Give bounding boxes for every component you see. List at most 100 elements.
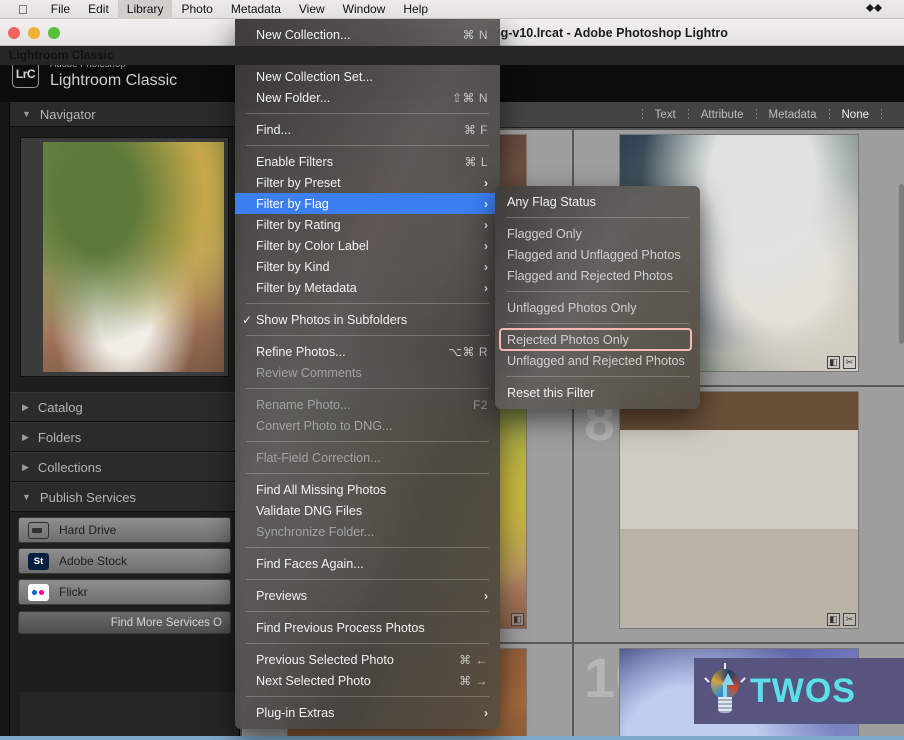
submenu-item-unflagged-photos-only[interactable]: Unflagged Photos Only [495,297,700,318]
menu-item-label: Plug-in Extras [256,705,335,720]
menubar-item-edit[interactable]: Edit [79,0,118,19]
menu-item-review-comments[interactable]: Review Comments [235,362,500,383]
menubar-item-file[interactable]: File [42,0,79,19]
menu-item-filter-by-preset[interactable]: Filter by Preset › [235,172,500,193]
identity-line2: Lightroom Classic [50,71,178,89]
sidebar-section-collections[interactable]: ▶ Collections [10,452,239,482]
left-panel-content: ▼ Navigator ▶ Catalog ▶ Folders ▶ Collections… [10,102,239,740]
apple-icon[interactable]:  [18,3,28,16]
submenu-item-label: Flagged Only [507,226,582,241]
menu-item-new-folder[interactable]: New Folder... ⇧⌘ N [235,87,500,108]
crop-icon[interactable]: ◧ [511,613,524,626]
menu-item-label: Convert Photo to DNG... [256,418,393,433]
menu-item-find-faces-again[interactable]: Find Faces Again... [235,553,500,574]
chevron-right-icon: › [484,217,488,232]
publish-service-flickr[interactable]: Flickr [18,579,231,605]
menu-item-find[interactable]: Find... ⌘ F [235,119,500,140]
menu-item-filter-by-rating[interactable]: Filter by Rating › [235,214,500,235]
photo-art [43,142,224,372]
menu-item-previews[interactable]: Previews › [235,585,500,606]
watermark-text: TWOS [750,671,856,710]
menubar-item-window[interactable]: Window [334,0,395,19]
filter-tab-text[interactable]: Text [643,109,688,121]
menu-item-convert-photo-to-dng[interactable]: Convert Photo to DNG... [235,415,500,436]
bottom-accent-bar [0,736,904,740]
menu-item-flat-field-correction[interactable]: Flat-Field Correction... [235,447,500,468]
sidebar-section-label: Publish Services [39,489,137,505]
menu-item-find-previous-process-photos[interactable]: Find Previous Process Photos [235,617,500,638]
menubar-item-view[interactable]: View [290,0,334,19]
menu-item-next-selected-photo[interactable]: Next Selected Photo ⌘ → [235,670,500,691]
filter-tab-none[interactable]: None [830,109,882,121]
navigator-preview[interactable] [20,137,229,377]
menu-item-previous-selected-photo[interactable]: Previous Selected Photo ⌘ ← [235,649,500,670]
menu-item-filter-by-kind[interactable]: Filter by Kind › [235,256,500,277]
filter-tab-metadata[interactable]: Metadata [757,109,829,121]
crop-icon[interactable]: ◧ [827,356,840,369]
menu-item-validate-dng-files[interactable]: Validate DNG Files [235,500,500,521]
navigator-header[interactable]: ▼ Navigator [10,102,239,127]
menubar-item-metadata[interactable]: Metadata [222,0,290,19]
menu-separator [246,643,489,644]
develop-icon[interactable]: ✂ [843,356,856,369]
grid-scrollbar[interactable] [899,184,904,344]
menu-item-find-all-missing-photos[interactable]: Find All Missing Photos [235,479,500,500]
sidebar-section-publish-services[interactable]: ▼ Publish Services [10,482,239,512]
menu-item-rename-photo[interactable]: Rename Photo... F2 [235,394,500,415]
menu-item-label: New Folder... [256,90,331,105]
submenu-item-unflagged-and-rejected-photos[interactable]: Unflagged and Rejected Photos [495,350,700,371]
menubar-item-library[interactable]: Library [117,0,173,19]
crop-icon[interactable]: ◧ [827,613,840,626]
menu-item-shortcut: ⌘ F [463,122,488,137]
navigator-image [43,142,224,372]
menu-item-synchronize-folder[interactable]: Synchronize Folder... [235,521,500,542]
submenu-item-reset-this-filter[interactable]: Reset this Filter [495,382,700,403]
menu-item-show-photos-in-subfolders[interactable]: ✓ Show Photos in Subfolders [235,309,500,330]
menu-separator [246,388,489,389]
develop-icon[interactable]: ✂ [843,613,856,626]
menu-item-label: Find Faces Again... [256,556,364,571]
triangle-right-icon: ▶ [22,461,29,472]
publish-service-adobe-stock[interactable]: St Adobe Stock [18,548,231,574]
photo-thumbnail[interactable]: ◧ ✂ [619,391,859,629]
menu-item-filter-by-metadata[interactable]: Filter by Metadata › [235,277,500,298]
menu-item-filter-by-flag[interactable]: Filter by Flag › [235,193,500,214]
menu-item-new-collection[interactable]: New Collection... ⌘ N [235,24,500,45]
filter-by-flag-submenu: Any Flag Status Flagged Only Flagged and U… [495,186,700,409]
publish-service-hard-drive[interactable]: Hard Drive [18,517,231,543]
submenu-item-label: Unflagged and Rejected Photos [507,353,685,368]
menu-item-refine-photos[interactable]: Refine Photos... ⌥⌘ R [235,341,500,362]
menu-item-enable-filters[interactable]: Enable Filters ⌘ L [235,151,500,172]
submenu-item-flagged-and-rejected-photos[interactable]: Flagged and Rejected Photos [495,265,700,286]
submenu-item-rejected-photos-only[interactable]: Rejected Photos Only [495,328,700,351]
menu-item-new-collection-set[interactable]: New Collection Set... [235,66,500,87]
sidebar-section-folders[interactable]: ▶ Folders [10,422,239,452]
submenu-item-any-flag-status[interactable]: Any Flag Status [495,191,700,212]
submenu-separator [506,217,689,218]
triangle-down-icon: ▼ [22,492,31,502]
photo-cell[interactable]: 8 ◧ ✂ [574,387,904,642]
menu-item-label: Filter by Color Label [256,238,369,253]
photo-badges: ◧ [511,613,524,626]
menubar-item-photo[interactable]: Photo [172,0,221,19]
filter-tab-attribute[interactable]: Attribute [689,109,756,121]
submenu-item-flagged-and-unflagged-photos[interactable]: Flagged and Unflagged Photos [495,244,700,265]
menu-item-label: Filter by Flag [256,196,329,211]
menu-item-label: Filter by Kind [256,259,330,274]
left-panel-edge[interactable] [0,102,10,740]
menu-item-shortcut: ⌘ N [462,27,488,42]
dropbox-icon[interactable] [866,2,904,17]
lightbulb-icon [704,663,746,717]
triangle-right-icon: ▶ [22,401,29,412]
menu-item-plug-in-extras[interactable]: Plug-in Extras › [235,702,500,723]
menu-item-filter-by-color-label[interactable]: Filter by Color Label › [235,235,500,256]
menu-item-label: Enable Filters [256,154,333,169]
triangle-down-icon: ▼ [22,109,31,119]
sidebar-section-label: Folders [37,429,82,445]
menubar-item-help[interactable]: Help [394,0,437,19]
chevron-right-icon: › [484,705,488,720]
find-more-services-button[interactable]: Find More Services O [18,611,231,634]
menubar-item-lightroom-classic[interactable]: Lightroom Classic [0,46,904,65]
sidebar-section-catalog[interactable]: ▶ Catalog [10,392,239,422]
submenu-item-flagged-only[interactable]: Flagged Only [495,223,700,244]
